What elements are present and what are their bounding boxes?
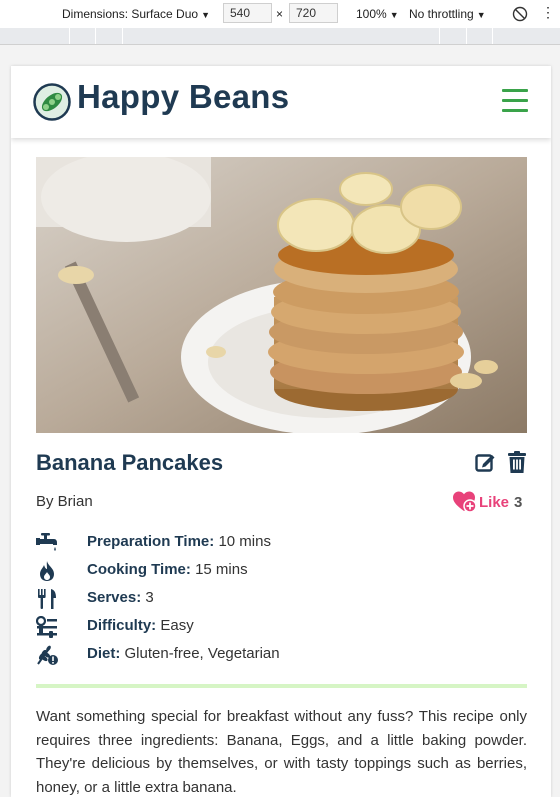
chevron-down-icon: ▼	[476, 10, 486, 20]
fact-preparation-time: Preparation Time: 10 mins	[36, 530, 526, 558]
edit-icon[interactable]	[475, 452, 495, 472]
throttling-select-label: No throttling	[409, 7, 474, 21]
device-select[interactable]: Dimensions: Surface Duo ▼	[62, 7, 210, 21]
wheat-alert-icon	[37, 645, 58, 665]
fact-text: Serves: 3	[87, 589, 154, 606]
chevron-down-icon: ▼	[389, 10, 399, 20]
hamburger-bar	[502, 109, 528, 112]
recipe-image	[36, 157, 527, 433]
recipe-description: Want something special for breakfast wit…	[36, 708, 527, 796]
fact-value: Easy	[160, 617, 194, 634]
like-count: 3	[514, 494, 523, 511]
bean-logo-icon[interactable]	[33, 83, 71, 121]
section-divider	[36, 684, 527, 688]
fact-diet: Diet: Gluten-free, Vegetarian	[36, 642, 526, 670]
times-label: ×	[276, 7, 284, 21]
trash-icon[interactable]	[508, 451, 526, 473]
fact-serves: Serves: 3	[36, 586, 526, 614]
fact-difficulty: Difficulty: Easy	[36, 614, 526, 642]
navbar: Happy Beans	[11, 66, 551, 138]
heart-plus-icon	[453, 491, 477, 513]
chevron-down-icon: ▼	[201, 10, 210, 20]
device-select-label: Dimensions: Surface Duo	[62, 7, 199, 21]
fact-value: 15 mins	[195, 561, 248, 578]
fact-text: Cooking Time: 15 mins	[87, 561, 248, 578]
width-input[interactable]: 540	[223, 3, 272, 23]
fact-value: 3	[145, 589, 154, 606]
height-input[interactable]: 720	[289, 3, 338, 23]
throttling-select[interactable]: No throttling ▼	[409, 7, 486, 21]
fact-label: Diet:	[87, 645, 121, 662]
fact-text: Diet: Gluten-free, Vegetarian	[87, 645, 280, 662]
fact-cooking-time: Cooking Time: 15 mins	[36, 558, 526, 586]
device-viewport: Happy Beans Banana Pancakes By Brian Lik…	[11, 66, 551, 797]
fact-label: Serves:	[87, 589, 142, 606]
faucet-icon	[36, 533, 57, 551]
devtools-device-toolbar: Dimensions: Surface Duo ▼ 540 × 720 100% ▼…	[0, 0, 560, 29]
fact-label: Preparation Time:	[87, 533, 215, 550]
fact-text: Difficulty: Easy	[87, 617, 194, 634]
recipe-author: By Brian	[36, 493, 93, 510]
fact-value: Gluten-free, Vegetarian	[124, 645, 280, 662]
more-options-icon[interactable]: ⋮	[541, 4, 555, 21]
menu-toggle-button[interactable]	[502, 89, 528, 113]
rotate-icon[interactable]	[512, 6, 528, 22]
zoom-select-label: 100%	[356, 7, 387, 21]
like-label: Like	[479, 494, 510, 511]
hamburger-bar	[502, 99, 528, 102]
fact-label: Difficulty:	[87, 617, 157, 634]
media-query-ruler	[0, 28, 560, 45]
fact-label: Cooking Time:	[87, 561, 191, 578]
brand-name[interactable]: Happy Beans	[77, 78, 289, 116]
recipe-facts: Preparation Time: 10 mins Cooking Time: …	[36, 530, 526, 670]
fact-value: 10 mins	[218, 533, 271, 550]
flame-icon	[40, 561, 54, 581]
sliders-icon	[36, 616, 57, 638]
zoom-select[interactable]: 100% ▼	[356, 7, 399, 21]
hamburger-bar	[502, 89, 528, 92]
utensils-icon	[38, 589, 56, 609]
recipe-title: Banana Pancakes	[36, 450, 224, 475]
fact-text: Preparation Time: 10 mins	[87, 533, 271, 550]
